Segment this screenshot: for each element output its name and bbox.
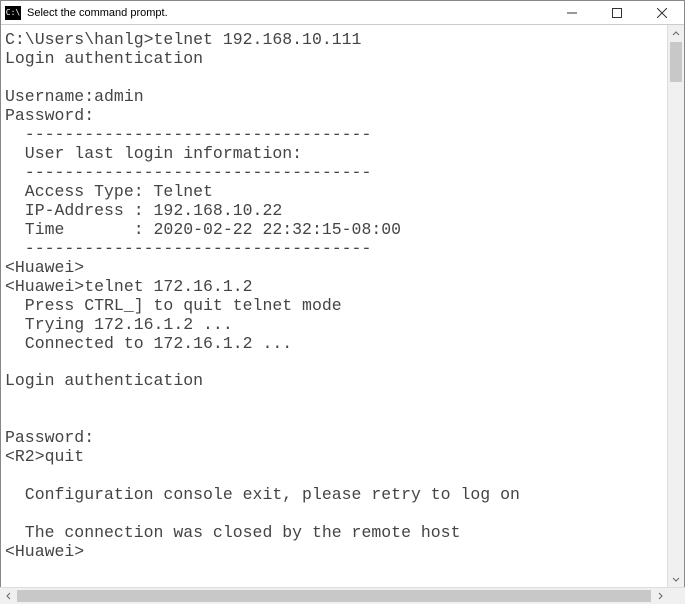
vertical-scroll-thumb[interactable] <box>670 42 682 82</box>
content-area: C:\Users\hanlg>telnet 192.168.10.111 Log… <box>1 25 684 587</box>
window-titlebar: C:\ Select the command prompt. <box>1 1 684 25</box>
chevron-up-icon <box>672 30 680 38</box>
scroll-down-arrow[interactable] <box>668 570 684 587</box>
minimize-icon <box>567 8 577 18</box>
horizontal-scroll-track[interactable] <box>17 588 651 604</box>
window-controls <box>549 1 684 25</box>
scroll-corner <box>668 588 685 604</box>
horizontal-scrollbar[interactable] <box>0 587 685 604</box>
scroll-up-arrow[interactable] <box>668 25 684 42</box>
window-title: Select the command prompt. <box>27 7 549 19</box>
terminal-output[interactable]: C:\Users\hanlg>telnet 192.168.10.111 Log… <box>1 25 684 587</box>
maximize-icon <box>612 8 622 18</box>
scroll-left-arrow[interactable] <box>0 588 17 604</box>
minimize-button[interactable] <box>549 1 594 25</box>
vertical-scrollbar[interactable] <box>667 25 684 587</box>
horizontal-scroll-thumb[interactable] <box>17 590 651 602</box>
scroll-right-arrow[interactable] <box>651 588 668 604</box>
chevron-down-icon <box>672 575 680 583</box>
app-icon: C:\ <box>5 6 21 20</box>
maximize-button[interactable] <box>594 1 639 25</box>
close-icon <box>657 8 667 18</box>
close-button[interactable] <box>639 1 684 25</box>
chevron-left-icon <box>5 592 13 600</box>
chevron-right-icon <box>656 592 664 600</box>
